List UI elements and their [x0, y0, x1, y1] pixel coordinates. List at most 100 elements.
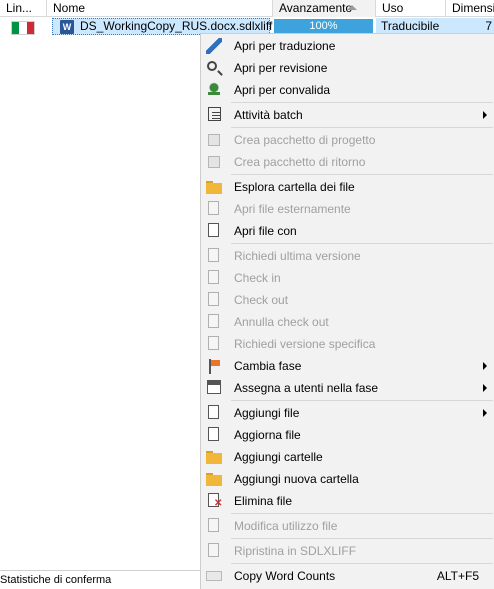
menu-item-label: Annulla check out	[234, 315, 329, 329]
menu-item-label: Apri file con	[234, 224, 297, 238]
check-in-icon	[208, 270, 219, 284]
file-list-header: Lin... Nome Avanzamento Uso Dimensi	[0, 0, 494, 17]
stamp-icon	[206, 82, 222, 98]
menu-item-assign-users[interactable]: Assegna a utenti nella fase	[201, 377, 494, 399]
pencil-icon	[206, 38, 222, 54]
menu-item-label: Crea pacchetto di progetto	[234, 133, 376, 147]
menu-item-update-file[interactable]: Aggiorna file	[201, 424, 494, 446]
file-usage-icon	[208, 518, 219, 532]
menu-item-open-for-translation[interactable]: Apri per traduzione	[201, 35, 494, 57]
menu-separator	[231, 127, 493, 128]
menu-item-label: Aggiungi cartelle	[234, 450, 323, 464]
menu-item-label: Apri file esternamente	[234, 202, 351, 216]
menu-item-add-folders[interactable]: Aggiungi cartelle	[201, 446, 494, 468]
column-header-size[interactable]: Dimensi	[446, 0, 494, 17]
menu-item-undo-check-out[interactable]: Annulla check out	[201, 311, 494, 333]
flag-stripe-green	[12, 22, 20, 34]
context-menu: Apri per traduzione Apri per revisione A…	[200, 33, 494, 589]
update-file-icon	[208, 427, 219, 441]
menu-item-restore-sdlxliff[interactable]: Ripristina in SDLXLIFF	[201, 540, 494, 562]
menu-item-label: Aggiorna file	[234, 428, 301, 442]
menu-item-label: Apri per traduzione	[234, 39, 336, 53]
italian-flag-icon	[11, 21, 35, 35]
menu-item-add-files[interactable]: Aggiungi file	[201, 402, 494, 424]
column-header-progress-label: Avanzamento	[279, 1, 353, 15]
specific-version-icon	[208, 336, 219, 350]
add-folders-icon	[206, 449, 222, 465]
menu-item-label: Attività batch	[234, 108, 303, 122]
menu-item-label: Assegna a utenti nella fase	[234, 381, 379, 395]
menu-item-label: Apri per revisione	[234, 61, 328, 75]
sort-ascending-icon	[347, 5, 357, 10]
menu-item-create-return-package[interactable]: Crea pacchetto di ritorno	[201, 151, 494, 173]
submenu-arrow-icon	[483, 409, 487, 417]
calendar-icon	[207, 380, 221, 394]
check-out-icon	[208, 292, 219, 306]
search-icon	[207, 61, 217, 71]
menu-item-label: Elimina file	[234, 494, 293, 508]
shortcut-label: ALT+F5	[436, 569, 479, 583]
flag-stripe-white	[19, 22, 27, 34]
menu-item-label: Check in	[234, 271, 281, 285]
menu-item-change-phase[interactable]: Cambia fase	[201, 355, 494, 377]
menu-separator	[231, 513, 493, 514]
menu-separator	[231, 400, 493, 401]
menu-item-label: Ripristina in SDLXLIFF	[234, 544, 357, 558]
word-document-icon: W	[60, 20, 74, 34]
submenu-arrow-icon	[483, 362, 487, 370]
menu-item-edit-file-usage[interactable]: Modifica utilizzo file	[201, 515, 494, 537]
column-header-progress[interactable]: Avanzamento	[273, 0, 376, 17]
open-with-icon	[208, 223, 219, 237]
menu-item-label: Apri per convalida	[234, 83, 331, 97]
menu-item-get-latest-version[interactable]: Richiedi ultima versione	[201, 245, 494, 267]
menu-item-label: Copy Word Counts	[234, 569, 336, 583]
menu-item-label: Crea pacchetto di ritorno	[234, 155, 366, 169]
menu-item-delete-file[interactable]: Elimina file	[201, 490, 494, 512]
menu-item-open-for-review[interactable]: Apri per revisione	[201, 57, 494, 79]
new-folder-icon	[206, 471, 222, 487]
submenu-arrow-icon	[483, 384, 487, 392]
menu-item-label: Aggiungi file	[234, 406, 300, 420]
folder-icon	[206, 179, 222, 195]
return-package-icon	[208, 156, 220, 168]
menu-item-label: Richiedi versione specifica	[234, 337, 376, 351]
menu-item-get-specific-version[interactable]: Richiedi versione specifica	[201, 333, 494, 355]
menu-item-explore-folder[interactable]: Esplora cartella dei file	[201, 176, 494, 198]
menu-item-label: Modifica utilizzo file	[234, 519, 338, 533]
menu-item-check-out[interactable]: Check out	[201, 289, 494, 311]
progress-bar: 100%	[274, 19, 373, 34]
menu-item-open-with[interactable]: Apri file con	[201, 220, 494, 242]
word-count-icon	[206, 571, 222, 581]
flag-stripe-red	[26, 22, 34, 34]
status-divider	[0, 570, 200, 571]
menu-separator	[231, 174, 493, 175]
delete-file-icon	[208, 493, 222, 509]
column-header-name[interactable]: Nome	[47, 0, 273, 17]
menu-separator	[231, 102, 493, 103]
menu-item-label: Richiedi ultima versione	[234, 249, 361, 263]
menu-separator	[231, 538, 493, 539]
batch-icon	[208, 107, 221, 121]
column-header-language[interactable]: Lin...	[0, 0, 47, 17]
menu-item-check-in[interactable]: Check in	[201, 267, 494, 289]
submenu-arrow-icon	[483, 111, 487, 119]
menu-item-copy-word-counts[interactable]: Copy Word Counts ALT+F5	[201, 565, 494, 587]
package-icon	[208, 134, 220, 146]
restore-sdlxliff-icon	[208, 543, 219, 557]
column-header-use[interactable]: Uso	[376, 0, 446, 17]
menu-item-batch-tasks[interactable]: Attività batch	[201, 104, 494, 126]
menu-separator	[231, 243, 493, 244]
menu-item-open-for-validation[interactable]: Apri per convalida	[201, 79, 494, 101]
add-file-icon	[208, 405, 219, 419]
flag-icon	[206, 358, 222, 374]
menu-item-label: Aggiungi nuova cartella	[234, 472, 359, 486]
menu-item-open-externally[interactable]: Apri file esternamente	[201, 198, 494, 220]
menu-item-label: Esplora cartella dei file	[234, 180, 355, 194]
undo-checkout-icon	[208, 314, 219, 328]
external-file-icon	[208, 201, 219, 215]
confirm-stats-label: Statistiche di conferma	[0, 574, 112, 586]
menu-item-add-new-folder[interactable]: Aggiungi nuova cartella	[201, 468, 494, 490]
latest-version-icon	[208, 248, 219, 262]
menu-separator	[231, 563, 493, 564]
menu-item-create-project-package[interactable]: Crea pacchetto di progetto	[201, 129, 494, 151]
